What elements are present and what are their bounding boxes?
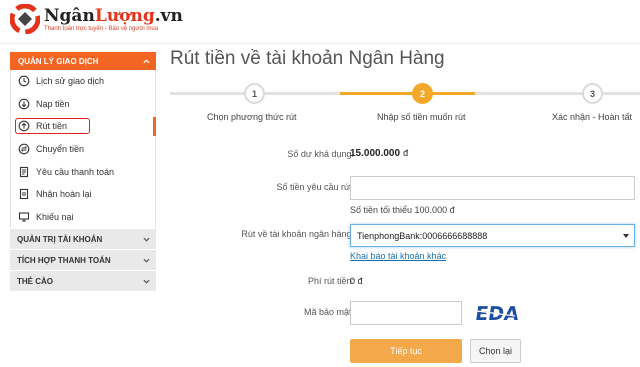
sidebar-group-account[interactable]: QUẢN TRỊ TÀI KHOẢN xyxy=(10,228,156,250)
sidebar-item-label: Nạp tiền xyxy=(36,98,70,109)
sidebar-item-label: Nhận hoàn lại xyxy=(36,189,92,200)
sidebar-item-payment-request[interactable]: Yêu cầu thanh toán xyxy=(11,160,155,183)
withdraw-icon xyxy=(18,121,30,132)
step-connector xyxy=(475,92,640,95)
complaint-icon xyxy=(18,212,30,222)
sidebar-item-label: Khiếu nại xyxy=(36,211,74,222)
brand-tagline: Thanh toán trực tuyến - Bảo vệ người mua xyxy=(44,25,159,32)
sidebar-item-withdraw[interactable]: Rút tiền xyxy=(11,115,156,138)
balance-value: 15.000.000 đ xyxy=(350,148,409,159)
sidebar-item-complaint[interactable]: Khiếu nại xyxy=(11,206,155,229)
fee-value: 0 đ xyxy=(350,276,363,286)
sidebar-item-transfer[interactable]: Chuyển tiền xyxy=(11,138,155,161)
step-1-circle: 1 xyxy=(244,83,265,104)
site-header: NgânLượng.vn Thanh toán trực tuyến - Bảo… xyxy=(0,0,640,44)
sidebar: QUẢN LÝ GIAO DỊCH Lịch sử giao dịch Nạp … xyxy=(10,52,156,292)
step-3-circle: 3 xyxy=(582,83,603,104)
history-icon xyxy=(18,75,30,87)
add-bank-account-link[interactable]: Khai báo tài khoản khác xyxy=(350,251,446,261)
amount-label: Số tiền yêu cầu rút: xyxy=(276,182,354,192)
step-2-label: Nhập số tiền muốn rút xyxy=(377,112,466,122)
sidebar-item-label: Lịch sử giao dịch xyxy=(36,76,105,87)
step-2-circle: 2 xyxy=(412,83,433,104)
step-3-label: Xác nhận - Hoàn tất xyxy=(552,112,633,122)
step-1-label: Chọn phương thức rút xyxy=(207,112,297,122)
active-item-highlight: Rút tiền xyxy=(15,118,91,135)
sidebar-item-label: Rút tiền xyxy=(36,121,68,132)
main-content: Rút tiền về tài khoản Ngân Hàng 1 2 3 Ch… xyxy=(170,44,640,363)
sidebar-group-label: THẺ CÀO xyxy=(17,276,53,286)
amount-hint: Số tiền tối thiểu 100.000 đ xyxy=(350,205,455,215)
dropdown-caret-icon xyxy=(623,234,629,238)
refund-icon xyxy=(19,189,29,200)
bank-account-select[interactable]: TienphongBank:0006666688888 xyxy=(350,224,635,247)
sidebar-section-transactions[interactable]: QUẢN LÝ GIAO DỊCH xyxy=(10,52,156,70)
page-title: Rút tiền về tài khoản Ngân Hàng xyxy=(170,48,445,69)
logo[interactable]: NgânLượng.vn Thanh toán trực tuyến - Bảo… xyxy=(10,4,183,34)
amount-input[interactable] xyxy=(350,176,635,200)
bank-selected-value: TienphongBank:0006666688888 xyxy=(357,230,488,241)
balance-label: Số dư khả dụng: xyxy=(287,149,354,159)
sidebar-group-cards[interactable]: THẺ CÀO xyxy=(10,270,156,292)
chevron-down-icon xyxy=(143,237,150,242)
logo-icon xyxy=(10,4,40,34)
sidebar-item-deposit[interactable]: Nạp tiền xyxy=(11,93,155,116)
chevron-down-icon xyxy=(143,279,150,284)
sidebar-item-history[interactable]: Lịch sử giao dịch xyxy=(11,70,155,93)
captcha-image: EDA xyxy=(475,302,519,324)
sidebar-item-refund[interactable]: Nhận hoàn lại xyxy=(11,183,155,206)
bank-label: Rút về tài khoản ngân hàng: xyxy=(241,229,354,239)
sidebar-group-label: TÍCH HỢP THANH TOÁN xyxy=(17,255,111,265)
transfer-icon xyxy=(18,143,30,155)
continue-button[interactable]: Tiếp tục xyxy=(350,339,462,363)
progress-steps: 1 2 3 Chọn phương thức rút Nhập số tiền … xyxy=(170,81,640,141)
captcha-input[interactable] xyxy=(350,301,462,325)
chevron-down-icon xyxy=(143,258,150,263)
brand-name: NgânLượng.vn xyxy=(44,5,183,26)
sidebar-menu: Lịch sử giao dịch Nạp tiền Rút tiền Chuy… xyxy=(10,70,156,229)
step-connector-active xyxy=(340,92,475,95)
payment-request-icon xyxy=(19,166,29,177)
chevron-up-icon xyxy=(143,58,150,63)
fee-label: Phí rút tiền: xyxy=(307,276,354,286)
sidebar-item-label: Chuyển tiền xyxy=(36,144,85,155)
deposit-icon xyxy=(18,98,30,110)
sidebar-group-label: QUẢN TRỊ TÀI KHOẢN xyxy=(17,234,103,244)
sidebar-item-label: Yêu cầu thanh toán xyxy=(36,166,115,177)
sidebar-group-integration[interactable]: TÍCH HỢP THANH TOÁN xyxy=(10,249,156,271)
captcha-label: Mã bảo mật: xyxy=(303,307,354,317)
reset-button[interactable]: Chọn lại xyxy=(470,339,521,363)
sidebar-section-title: QUẢN LÝ GIAO DỊCH xyxy=(18,56,99,66)
